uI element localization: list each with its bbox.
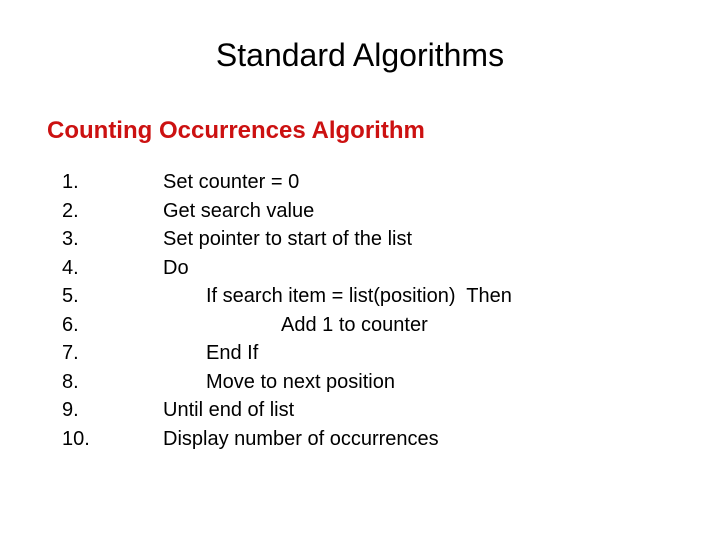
- algorithm-step-row: 5. If search item = list(position) Then: [0, 282, 720, 311]
- algorithm-step-text: Display number of occurrences: [163, 427, 439, 450]
- algorithm-step-number: 8.: [62, 370, 79, 393]
- algorithm-step-text: Add 1 to counter: [281, 313, 428, 336]
- page-title: Standard Algorithms: [215, 37, 505, 73]
- algorithm-step-number: 10.: [62, 427, 90, 450]
- algorithm-step-list: 1. Set counter = 0 2. Get search value 3. Set…: [0, 168, 720, 453]
- algorithm-step-text: Get search value: [163, 199, 315, 222]
- algorithm-step-number: 4.: [62, 256, 79, 279]
- slide-subtitle: Counting Occurrences Algorithm: [47, 117, 425, 144]
- slide-canvas: Standard Algorithms Counting Occurrences…: [0, 0, 720, 540]
- algorithm-step-row: 6. Add 1 to counter: [0, 311, 720, 340]
- algorithm-step-row: 3. Set pointer to start of the list: [0, 225, 720, 254]
- algorithm-step-number: 9.: [62, 399, 79, 421]
- algorithm-step-text: Set counter = 0: [163, 171, 300, 193]
- algorithm-step-number: 2.: [62, 199, 79, 222]
- algorithm-step-text: End If: [206, 342, 259, 364]
- algorithm-step-number: 7.: [62, 342, 79, 364]
- algorithm-step-text: Set pointer to start of the list: [163, 228, 413, 250]
- algorithm-step-row: 7. End If: [0, 339, 720, 368]
- algorithm-step-row: 8. Move to next position: [0, 368, 720, 397]
- algorithm-step-number: 6.: [62, 313, 79, 336]
- algorithm-step-number: 1.: [62, 171, 79, 193]
- algorithm-step-number: 5.: [62, 285, 79, 307]
- algorithm-step-row: 9. Until end of list: [0, 396, 720, 425]
- algorithm-step-row: 10. Display number of occurrences: [0, 425, 720, 454]
- algorithm-step-text: Move to next position: [206, 370, 395, 393]
- algorithm-step-text: Until end of list: [163, 399, 295, 421]
- algorithm-step-row: 1. Set counter = 0: [0, 168, 720, 197]
- algorithm-step-text: Do: [163, 256, 189, 279]
- algorithm-step-text: If search item = list(position) Then: [206, 285, 512, 307]
- algorithm-step-row: 2. Get search value: [0, 197, 720, 226]
- algorithm-step-row: 4. Do: [0, 254, 720, 283]
- algorithm-step-number: 3.: [62, 228, 79, 250]
